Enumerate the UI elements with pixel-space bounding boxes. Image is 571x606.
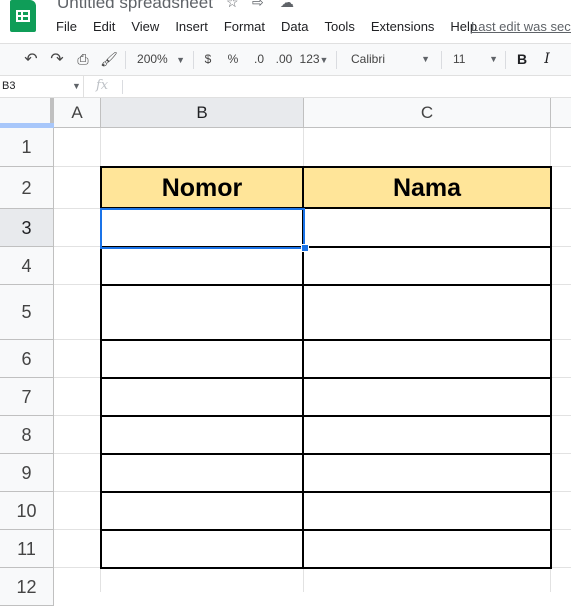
row-header-2[interactable]: 2	[0, 167, 54, 209]
cell-c4[interactable]	[304, 248, 550, 284]
row-header-12[interactable]: 12	[0, 568, 54, 606]
cell-b7[interactable]	[102, 379, 302, 415]
print-icon[interactable]: ⎙	[72, 44, 94, 75]
cell-b11[interactable]	[102, 531, 302, 567]
more-formats-button[interactable]: 123▼	[298, 44, 330, 75]
header-cell-nama[interactable]: Nama	[304, 168, 550, 209]
row-header-7[interactable]: 7	[0, 378, 54, 416]
decrease-decimal-button[interactable]: .0	[249, 44, 269, 75]
sheets-logo[interactable]	[10, 0, 36, 32]
row-header-4[interactable]: 4	[0, 247, 54, 285]
font-size-select[interactable]: 11 ▼	[448, 44, 500, 75]
undo-icon[interactable]: ↶	[20, 44, 42, 75]
column-header-b[interactable]: B	[101, 98, 304, 128]
cell-b4[interactable]	[102, 248, 302, 284]
row-header-1[interactable]: 1	[0, 128, 54, 167]
font-value: Calibri	[351, 52, 386, 66]
zoom-value: 200%	[137, 52, 168, 66]
formula-bar: B3 ▼ fx	[0, 76, 571, 98]
menu-insert[interactable]: Insert	[167, 17, 216, 37]
row-header-6[interactable]: 6	[0, 340, 54, 378]
cell-b6[interactable]	[102, 341, 302, 377]
header-cell-nomor[interactable]: Nomor	[102, 168, 302, 209]
name-box-value: B3	[2, 80, 16, 92]
chevron-down-icon: ▼	[72, 81, 81, 91]
cell-c5[interactable]	[304, 286, 550, 339]
font-select[interactable]: Calibri ▼	[344, 44, 434, 75]
menu-tools[interactable]: Tools	[316, 17, 362, 37]
column-header-a[interactable]: A	[54, 98, 101, 128]
column-header-d-partial[interactable]	[551, 98, 571, 128]
row-header-3[interactable]: 3	[0, 209, 54, 247]
cell-c10[interactable]	[304, 493, 550, 529]
cell-b10[interactable]	[102, 493, 302, 529]
zoom-select[interactable]: 200% ▼	[132, 44, 190, 75]
toolbar: ↶ ↷ ⎙ 🖌 200% ▼ $ % .0 .00 123▼ Calibri ▼…	[0, 43, 571, 76]
fx-icon: fx	[96, 78, 109, 93]
chevron-down-icon: ▼	[319, 55, 329, 65]
cell-c6[interactable]	[304, 341, 550, 377]
row-header-11[interactable]: 11	[0, 530, 54, 568]
increase-decimal-button[interactable]: .00	[273, 44, 295, 75]
cell-b9[interactable]	[102, 455, 302, 491]
row-header-5[interactable]: 5	[0, 285, 54, 340]
cell-c3[interactable]	[304, 209, 550, 246]
more-formats-label: 123	[299, 52, 320, 66]
row-header-8[interactable]: 8	[0, 416, 54, 454]
chevron-down-icon: ▼	[421, 54, 430, 64]
fill-handle[interactable]	[301, 244, 309, 252]
cell-c7[interactable]	[304, 379, 550, 415]
menu-view[interactable]: View	[123, 17, 167, 37]
move-icon[interactable]: ⇨	[252, 0, 264, 11]
column-header-c[interactable]: C	[304, 98, 551, 128]
italic-button[interactable]: I	[538, 44, 556, 75]
menu-edit[interactable]: Edit	[85, 17, 123, 37]
active-cell-selection[interactable]	[100, 208, 305, 249]
menu-file[interactable]: File	[48, 17, 85, 37]
cell-c11[interactable]	[304, 531, 550, 567]
percent-format-button[interactable]: %	[224, 44, 242, 75]
cell-c9[interactable]	[304, 455, 550, 491]
font-size-value: 11	[453, 52, 466, 66]
menu-extensions[interactable]: Extensions	[363, 17, 443, 37]
cell-b5[interactable]	[102, 286, 302, 339]
star-icon[interactable]: ☆	[226, 0, 239, 11]
currency-format-button[interactable]: $	[200, 44, 216, 75]
menu-data[interactable]: Data	[273, 17, 316, 37]
cloud-status-icon[interactable]: ☁	[280, 0, 294, 11]
cell-c8[interactable]	[304, 417, 550, 453]
menu-format[interactable]: Format	[216, 17, 273, 37]
chevron-down-icon: ▼	[489, 54, 498, 64]
document-title[interactable]: Untitled spreadsheet	[57, 0, 213, 13]
row-header-10[interactable]: 10	[0, 492, 54, 530]
row-header-9[interactable]: 9	[0, 454, 54, 492]
cell-b8[interactable]	[102, 417, 302, 453]
menu-bar: File Edit View Insert Format Data Tools …	[48, 17, 485, 37]
redo-icon[interactable]: ↷	[46, 44, 68, 75]
last-edit-link[interactable]: Last edit was seco	[471, 17, 571, 37]
paint-format-icon[interactable]: 🖌	[98, 44, 120, 75]
name-box[interactable]: B3 ▼	[0, 76, 84, 97]
bold-button[interactable]: B	[513, 44, 531, 75]
chevron-down-icon: ▼	[171, 55, 185, 65]
